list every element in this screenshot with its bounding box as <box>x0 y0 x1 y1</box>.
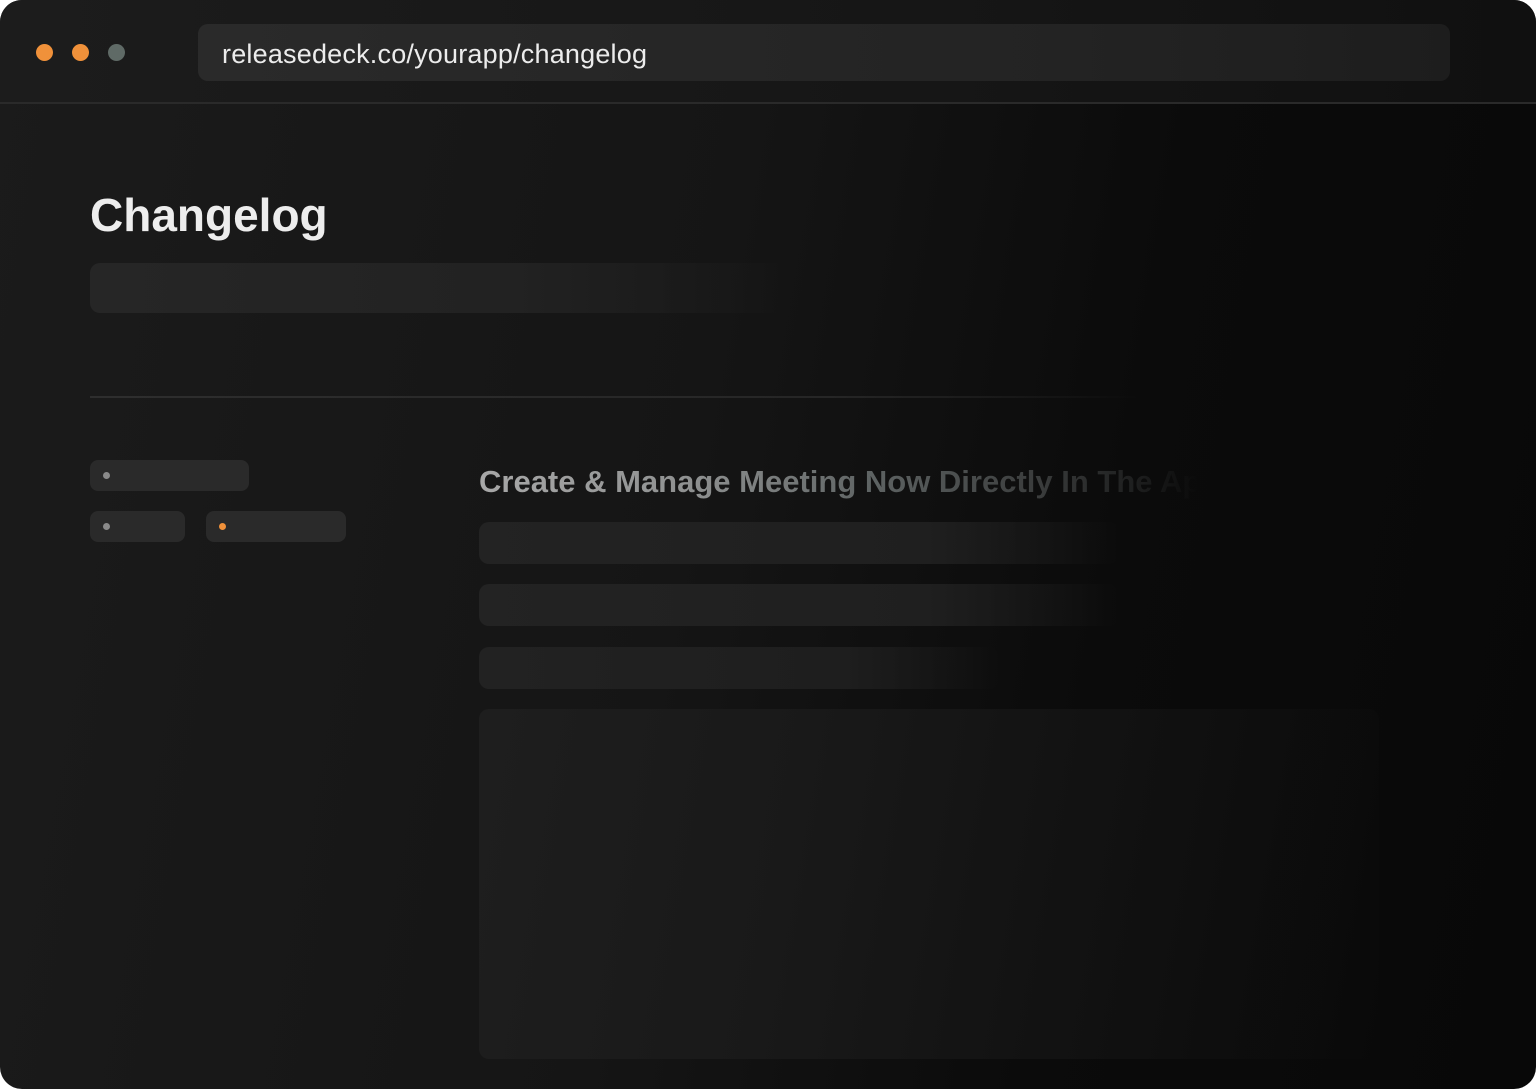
changelog-entry-title[interactable]: Create & Manage Meeting Now Directly In … <box>479 464 1199 500</box>
address-bar-url: releasedeck.co/yourapp/changelog <box>222 39 648 69</box>
chip-status-dot-icon <box>103 523 110 530</box>
browser-titlebar: releasedeck.co/yourapp/changelog <box>0 0 1536 104</box>
header-divider <box>90 396 1140 398</box>
address-bar[interactable]: releasedeck.co/yourapp/changelog <box>198 24 1450 81</box>
filter-chip-active[interactable] <box>206 511 346 542</box>
close-window-icon[interactable] <box>36 44 53 61</box>
chip-status-dot-icon <box>219 523 226 530</box>
subtitle-placeholder <box>90 263 790 313</box>
minimize-window-icon[interactable] <box>72 44 89 61</box>
entry-text-placeholder <box>479 584 1119 626</box>
browser-window: releasedeck.co/yourapp/changelog Changel… <box>0 0 1536 1089</box>
maximize-window-icon[interactable] <box>108 44 125 61</box>
filter-chip[interactable] <box>90 460 249 491</box>
page-title: Changelog <box>90 189 328 241</box>
entry-text-placeholder <box>479 647 999 689</box>
entry-text-placeholder <box>479 522 1119 564</box>
filter-chip[interactable] <box>90 511 185 542</box>
entry-image-placeholder <box>479 709 1379 1059</box>
chip-status-dot-icon <box>103 472 110 479</box>
